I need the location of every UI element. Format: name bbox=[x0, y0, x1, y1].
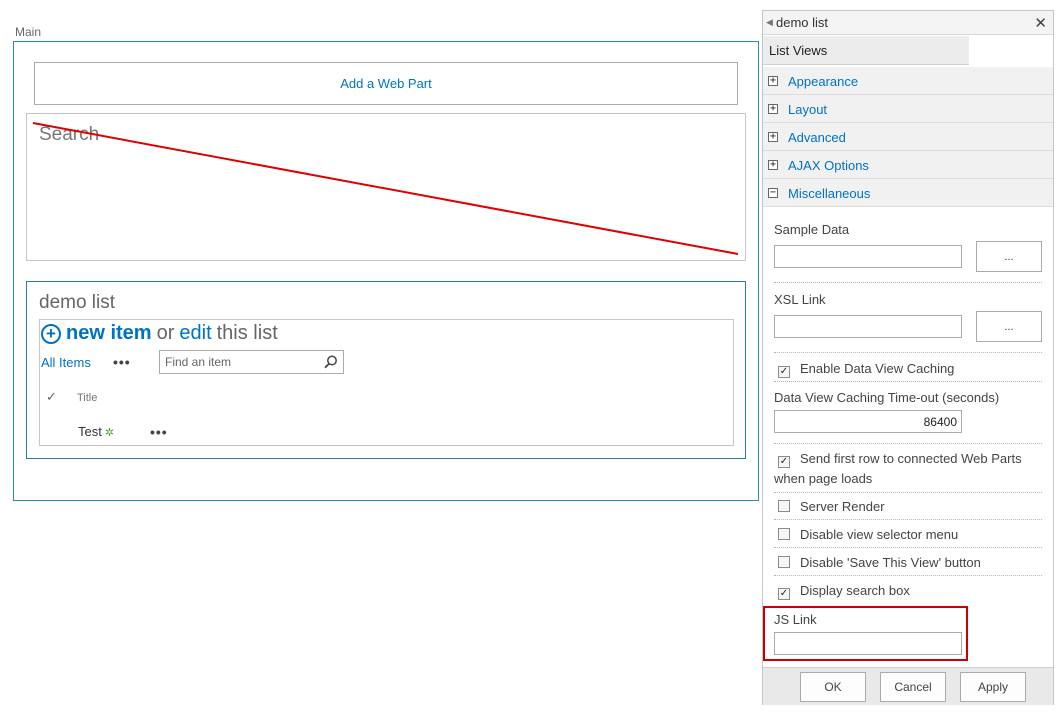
disable-save-view-label: Disable 'Save This View' button bbox=[800, 555, 981, 570]
js-link-input[interactable] bbox=[774, 632, 962, 655]
find-item-input[interactable] bbox=[160, 351, 315, 373]
divider bbox=[774, 492, 1042, 493]
expand-icon[interactable]: + bbox=[768, 132, 778, 142]
caching-timeout-input[interactable] bbox=[774, 410, 962, 433]
section-advanced-label[interactable]: Advanced bbox=[788, 130, 846, 145]
or-text: or bbox=[156, 322, 175, 344]
new-item-row: + new item or edit this list bbox=[41, 322, 283, 345]
collapse-arrow-icon[interactable]: ◀ bbox=[766, 17, 773, 28]
new-item-link[interactable]: new item bbox=[66, 322, 152, 345]
send-first-row-row[interactable]: ✓ Send first row to connected Web Parts w… bbox=[774, 449, 1044, 489]
add-circle-icon[interactable]: + bbox=[41, 323, 61, 344]
send-first-row-checkbox[interactable]: ✓ bbox=[778, 456, 790, 468]
find-item-box bbox=[159, 350, 344, 374]
list-item-more-ellipsis-icon[interactable]: ••• bbox=[150, 424, 168, 440]
demo-list-web-part-title: demo list bbox=[39, 292, 116, 313]
xsl-link-browse-button[interactable]: ... bbox=[976, 311, 1042, 342]
disable-view-selector-checkbox[interactable] bbox=[778, 528, 790, 540]
disable-save-view-row[interactable]: Disable 'Save This View' button bbox=[774, 553, 1044, 573]
xsl-link-label: XSL Link bbox=[774, 292, 826, 307]
close-icon[interactable]: ✕ bbox=[1034, 14, 1047, 32]
strike-through-line bbox=[32, 122, 739, 255]
add-web-part-button[interactable]: Add a Web Part bbox=[34, 62, 738, 105]
divider bbox=[774, 547, 1042, 548]
disable-view-selector-label: Disable view selector menu bbox=[800, 527, 959, 542]
view-selector-row: All Items ••• bbox=[41, 350, 731, 376]
section-ajax-options[interactable]: + AJAX Options bbox=[763, 151, 1053, 179]
sample-data-input[interactable] bbox=[774, 245, 962, 268]
section-miscellaneous-label[interactable]: Miscellaneous bbox=[788, 186, 870, 201]
view-more-ellipsis-icon[interactable]: ••• bbox=[113, 354, 131, 370]
expand-icon[interactable]: + bbox=[768, 104, 778, 114]
tool-pane-footer: OK Cancel Apply bbox=[763, 667, 1053, 705]
display-search-box-row[interactable]: ✓ Display search box bbox=[774, 581, 1044, 601]
tool-pane-title: demo list bbox=[776, 15, 829, 30]
divider bbox=[774, 282, 1042, 283]
tool-pane: ◀ demo list ✕ List Views + Appearance + … bbox=[762, 10, 1054, 705]
search-web-part[interactable]: Search bbox=[26, 113, 746, 261]
disable-save-view-checkbox[interactable] bbox=[778, 556, 790, 568]
ok-button[interactable]: OK bbox=[800, 672, 866, 702]
section-layout-label[interactable]: Layout bbox=[788, 102, 827, 117]
tool-pane-tabs: List Views bbox=[763, 36, 1053, 65]
new-item-star-icon: ✲ bbox=[104, 427, 115, 439]
display-search-box-checkbox[interactable]: ✓ bbox=[778, 588, 790, 600]
column-header-title[interactable]: Title bbox=[77, 392, 97, 404]
zone-label: Main bbox=[15, 25, 42, 39]
collapse-icon[interactable]: − bbox=[768, 188, 778, 198]
tool-pane-header: ◀ demo list ✕ bbox=[763, 11, 1053, 35]
divider bbox=[774, 575, 1042, 576]
tab-list-views[interactable]: List Views bbox=[763, 36, 969, 65]
display-search-box-label: Display search box bbox=[800, 583, 910, 598]
enable-caching-row[interactable]: ✓ Enable Data View Caching bbox=[774, 359, 1044, 379]
js-link-label: JS Link bbox=[774, 612, 817, 627]
send-first-row-label: Send first row to connected Web Parts wh… bbox=[774, 451, 1022, 486]
apply-button[interactable]: Apply bbox=[960, 672, 1026, 702]
this-list-text: this list bbox=[216, 322, 278, 344]
select-all-check-icon[interactable]: ✓ bbox=[46, 389, 57, 405]
list-item[interactable]: Test ✲ bbox=[78, 424, 114, 439]
view-all-items[interactable]: All Items bbox=[41, 355, 91, 370]
section-miscellaneous[interactable]: − Miscellaneous bbox=[763, 179, 1053, 207]
section-appearance[interactable]: + Appearance bbox=[763, 67, 1053, 95]
divider bbox=[774, 519, 1042, 520]
cancel-button[interactable]: Cancel bbox=[880, 672, 946, 702]
xsl-link-input[interactable] bbox=[774, 315, 962, 338]
expand-icon[interactable]: + bbox=[768, 76, 778, 86]
demo-list-web-part[interactable]: demo list + new item or edit this list A… bbox=[26, 281, 746, 459]
divider bbox=[774, 443, 1042, 444]
divider bbox=[774, 381, 1042, 382]
search-icon[interactable] bbox=[324, 355, 338, 369]
server-render-row[interactable]: Server Render bbox=[774, 497, 1044, 517]
server-render-label: Server Render bbox=[800, 499, 885, 514]
expand-icon[interactable]: + bbox=[768, 160, 778, 170]
enable-caching-label: Enable Data View Caching bbox=[800, 361, 955, 376]
list-view-container: + new item or edit this list All Items •… bbox=[39, 319, 734, 446]
section-ajax-options-label[interactable]: AJAX Options bbox=[788, 158, 869, 173]
divider bbox=[774, 352, 1042, 353]
server-render-checkbox[interactable] bbox=[778, 500, 790, 512]
sample-data-label: Sample Data bbox=[774, 222, 850, 237]
enable-caching-checkbox[interactable]: ✓ bbox=[778, 366, 790, 378]
disable-view-selector-row[interactable]: Disable view selector menu bbox=[774, 525, 1044, 545]
section-appearance-label[interactable]: Appearance bbox=[788, 74, 858, 89]
edit-list-link[interactable]: edit bbox=[179, 322, 211, 345]
section-layout[interactable]: + Layout bbox=[763, 95, 1053, 123]
list-item-title[interactable]: Test bbox=[78, 424, 102, 439]
sample-data-browse-button[interactable]: ... bbox=[976, 241, 1042, 272]
section-advanced[interactable]: + Advanced bbox=[763, 123, 1053, 151]
caching-timeout-label: Data View Caching Time-out (seconds) bbox=[774, 390, 1000, 405]
